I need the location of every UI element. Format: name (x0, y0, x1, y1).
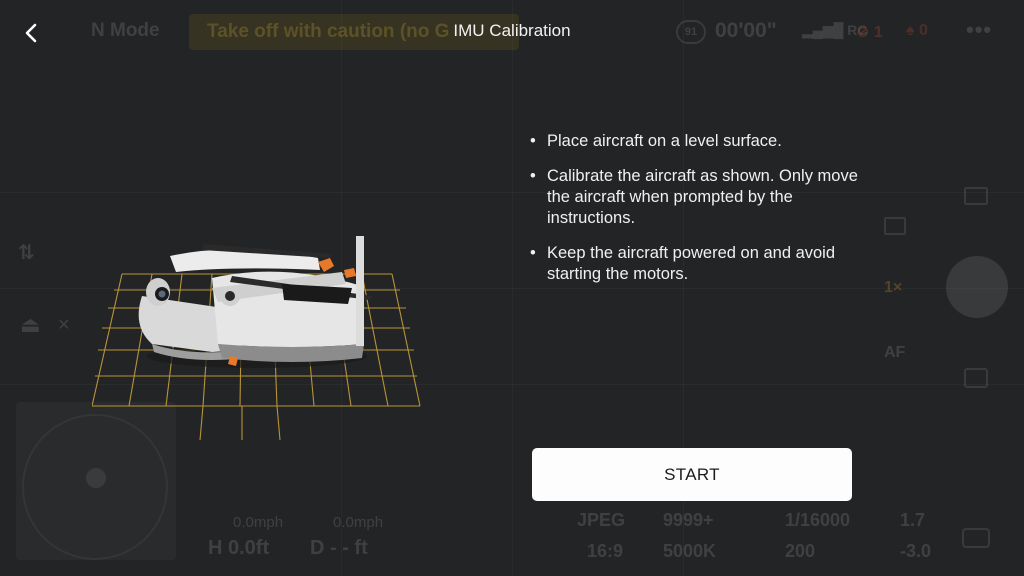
white-balance: 5000K (663, 541, 717, 561)
display-mode-icon (964, 187, 988, 205)
height-readout: H 0.0ft (208, 537, 270, 559)
shutter-speed: 1/16000 (785, 510, 851, 530)
shutter-button (946, 256, 1008, 318)
instruction-item: Calibrate the aircraft as shown. Only mo… (530, 166, 860, 229)
takeoff-warning-banner: Take off with caution (no G (189, 14, 519, 50)
aircraft (138, 236, 372, 368)
obstacle-sensing-icon: ⇅ (18, 242, 35, 264)
rc-battery-icon: ♠ 0 (906, 22, 928, 39)
instruction-item: Keep the aircraft powered on and avoid s… (530, 243, 860, 285)
flight-timer: 00'00" (715, 19, 777, 42)
instruction-list: Place aircraft on a level surface. Calib… (530, 131, 860, 299)
distance-readout: D - - ft (310, 537, 368, 559)
camera-switch-icon (884, 217, 906, 235)
aspect-ratio: 16:9 (587, 541, 624, 561)
focus-mode: AF (884, 344, 906, 361)
photo-format: JPEG (577, 510, 626, 530)
playback-icon (964, 368, 988, 388)
aircraft-battery-value: 1 (873, 24, 883, 41)
aircraft-battery-icon: ⊘ 1 (856, 24, 883, 41)
close-icon: × (58, 314, 70, 336)
takeoff-icon: ⏏ (20, 312, 41, 337)
more-icon: ••• (966, 17, 993, 42)
horizontal-speed: 0.0mph (233, 514, 284, 531)
flight-mode-label: N Mode (91, 20, 160, 41)
chevron-left-icon (25, 23, 37, 43)
rc-battery-value: 0 (918, 22, 928, 39)
zoom-level: 1× (884, 279, 903, 296)
remaining-shots: 9999+ (663, 510, 714, 530)
aircraft-illustration (92, 236, 421, 441)
exposure-value: -3.0 (900, 541, 932, 561)
minimap-aircraft-marker (86, 468, 106, 488)
iso: 200 (785, 541, 816, 561)
gps-badge: 91 (676, 20, 706, 44)
camera-settings-icon (962, 528, 990, 548)
aperture: 1.7 (900, 510, 926, 530)
instruction-item: Place aircraft on a level surface. (530, 131, 860, 152)
back-button[interactable] (14, 16, 48, 50)
start-button[interactable]: START (532, 448, 852, 501)
vertical-speed: 0.0mph (333, 514, 384, 531)
